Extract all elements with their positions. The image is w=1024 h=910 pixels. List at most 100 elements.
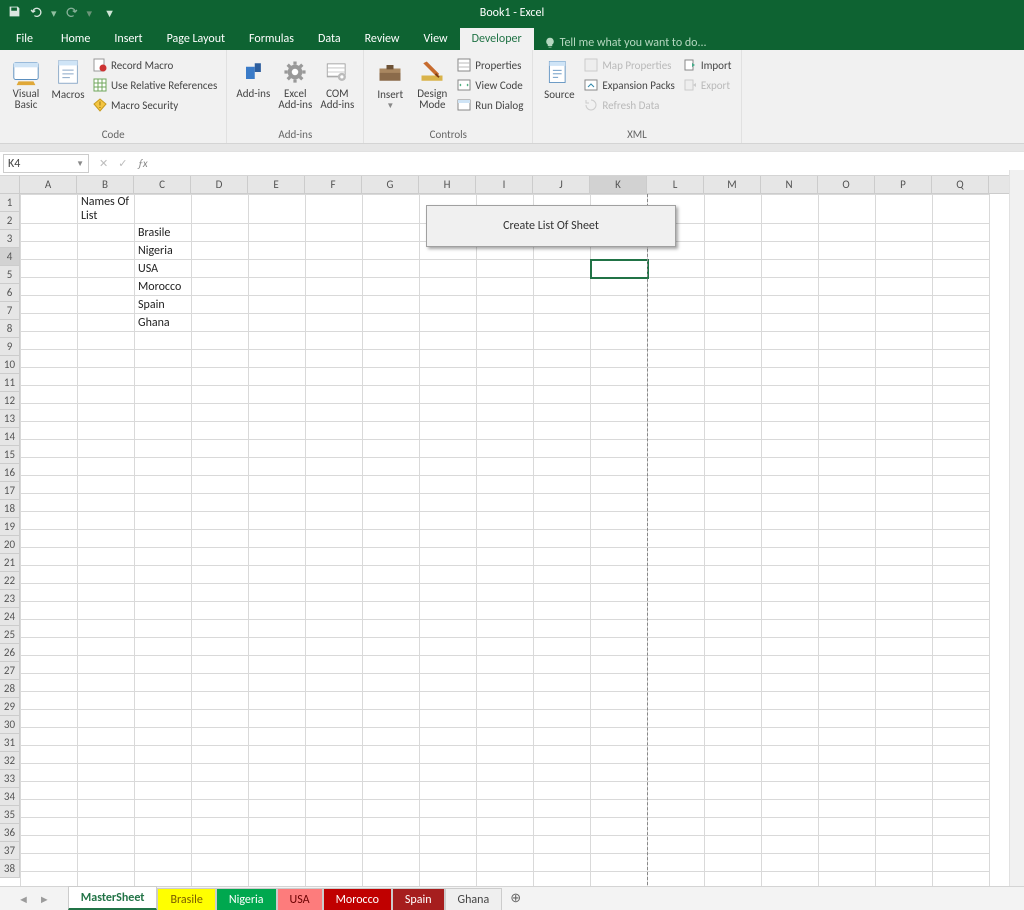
cell-O16[interactable] [819,476,876,494]
cell-H34[interactable] [420,800,477,818]
cell-J17[interactable] [534,494,591,512]
cell-D32[interactable] [192,764,249,782]
cell-N22[interactable] [762,584,819,602]
cell-O5[interactable] [819,278,876,296]
cell-L24[interactable] [648,620,705,638]
cell-C24[interactable] [135,620,192,638]
cell-B15[interactable] [78,458,135,476]
cell-K10[interactable] [591,368,648,386]
cell-L22[interactable] [648,584,705,602]
cell-I5[interactable] [477,278,534,296]
row-header-13[interactable]: 13 [0,410,19,428]
cell-J8[interactable] [534,332,591,350]
chevron-down-icon[interactable]: ▼ [76,159,84,169]
cell-A9[interactable] [21,350,78,368]
cell-N18[interactable] [762,512,819,530]
cell-O19[interactable] [819,530,876,548]
cell-J18[interactable] [534,512,591,530]
cell-O31[interactable] [819,746,876,764]
cell-B29[interactable] [78,710,135,728]
cell-F25[interactable] [306,638,363,656]
cell-L10[interactable] [648,368,705,386]
cell-N11[interactable] [762,386,819,404]
cell-M18[interactable] [705,512,762,530]
cell-C14[interactable] [135,440,192,458]
cell-Q34[interactable] [933,800,990,818]
cell-J9[interactable] [534,350,591,368]
cell-O28[interactable] [819,692,876,710]
cell-O15[interactable] [819,458,876,476]
cell-H6[interactable] [420,296,477,314]
cell-N7[interactable] [762,314,819,332]
cell-P2[interactable] [876,224,933,242]
cell-B8[interactable] [78,332,135,350]
row-header-28[interactable]: 28 [0,680,19,698]
cell-P30[interactable] [876,728,933,746]
cell-F11[interactable] [306,386,363,404]
cell-Q13[interactable] [933,422,990,440]
cell-G22[interactable] [363,584,420,602]
cell-Q12[interactable] [933,404,990,422]
cell-M11[interactable] [705,386,762,404]
cell-Q27[interactable] [933,674,990,692]
cell-O36[interactable] [819,836,876,854]
cell-A20[interactable] [21,548,78,566]
cell-I10[interactable] [477,368,534,386]
cell-A6[interactable] [21,296,78,314]
cell-B37[interactable] [78,854,135,872]
select-all-corner[interactable] [0,176,20,194]
cell-N34[interactable] [762,800,819,818]
cell-O27[interactable] [819,674,876,692]
cell-C9[interactable] [135,350,192,368]
cell-G20[interactable] [363,548,420,566]
cell-D2[interactable] [192,224,249,242]
tab-data[interactable]: Data [306,28,353,50]
cell-C20[interactable] [135,548,192,566]
cell-O25[interactable] [819,638,876,656]
cell-L11[interactable] [648,386,705,404]
cell-Q37[interactable] [933,854,990,872]
addins-button[interactable]: Add-ins [233,54,273,99]
cell-O32[interactable] [819,764,876,782]
cell-D17[interactable] [192,494,249,512]
cell-N13[interactable] [762,422,819,440]
cell-K21[interactable] [591,566,648,584]
cell-F9[interactable] [306,350,363,368]
cell-G14[interactable] [363,440,420,458]
cell-A11[interactable] [21,386,78,404]
cell-C12[interactable] [135,404,192,422]
cell-Q33[interactable] [933,782,990,800]
row-header-32[interactable]: 32 [0,752,19,770]
cell-B30[interactable] [78,728,135,746]
cell-O2[interactable] [819,224,876,242]
cell-A14[interactable] [21,440,78,458]
cell-M4[interactable] [705,260,762,278]
cell-H23[interactable] [420,602,477,620]
cell-I20[interactable] [477,548,534,566]
cell-I26[interactable] [477,656,534,674]
cell-Q11[interactable] [933,386,990,404]
cell-N30[interactable] [762,728,819,746]
cell-B25[interactable] [78,638,135,656]
sheet-tab-usa[interactable]: USA [277,888,323,910]
cell-H22[interactable] [420,584,477,602]
cell-K22[interactable] [591,584,648,602]
cell-P14[interactable] [876,440,933,458]
cell-J20[interactable] [534,548,591,566]
cell-F4[interactable] [306,260,363,278]
cell-J28[interactable] [534,692,591,710]
cell-O1[interactable] [819,195,876,224]
cell-L32[interactable] [648,764,705,782]
cell-E23[interactable] [249,602,306,620]
cell-A33[interactable] [21,782,78,800]
cell-I15[interactable] [477,458,534,476]
row-header-25[interactable]: 25 [0,626,19,644]
cell-P20[interactable] [876,548,933,566]
cell-K19[interactable] [591,530,648,548]
cell-A35[interactable] [21,818,78,836]
cell-A7[interactable] [21,314,78,332]
cell-M32[interactable] [705,764,762,782]
cell-D18[interactable] [192,512,249,530]
cell-I16[interactable] [477,476,534,494]
cell-G30[interactable] [363,728,420,746]
